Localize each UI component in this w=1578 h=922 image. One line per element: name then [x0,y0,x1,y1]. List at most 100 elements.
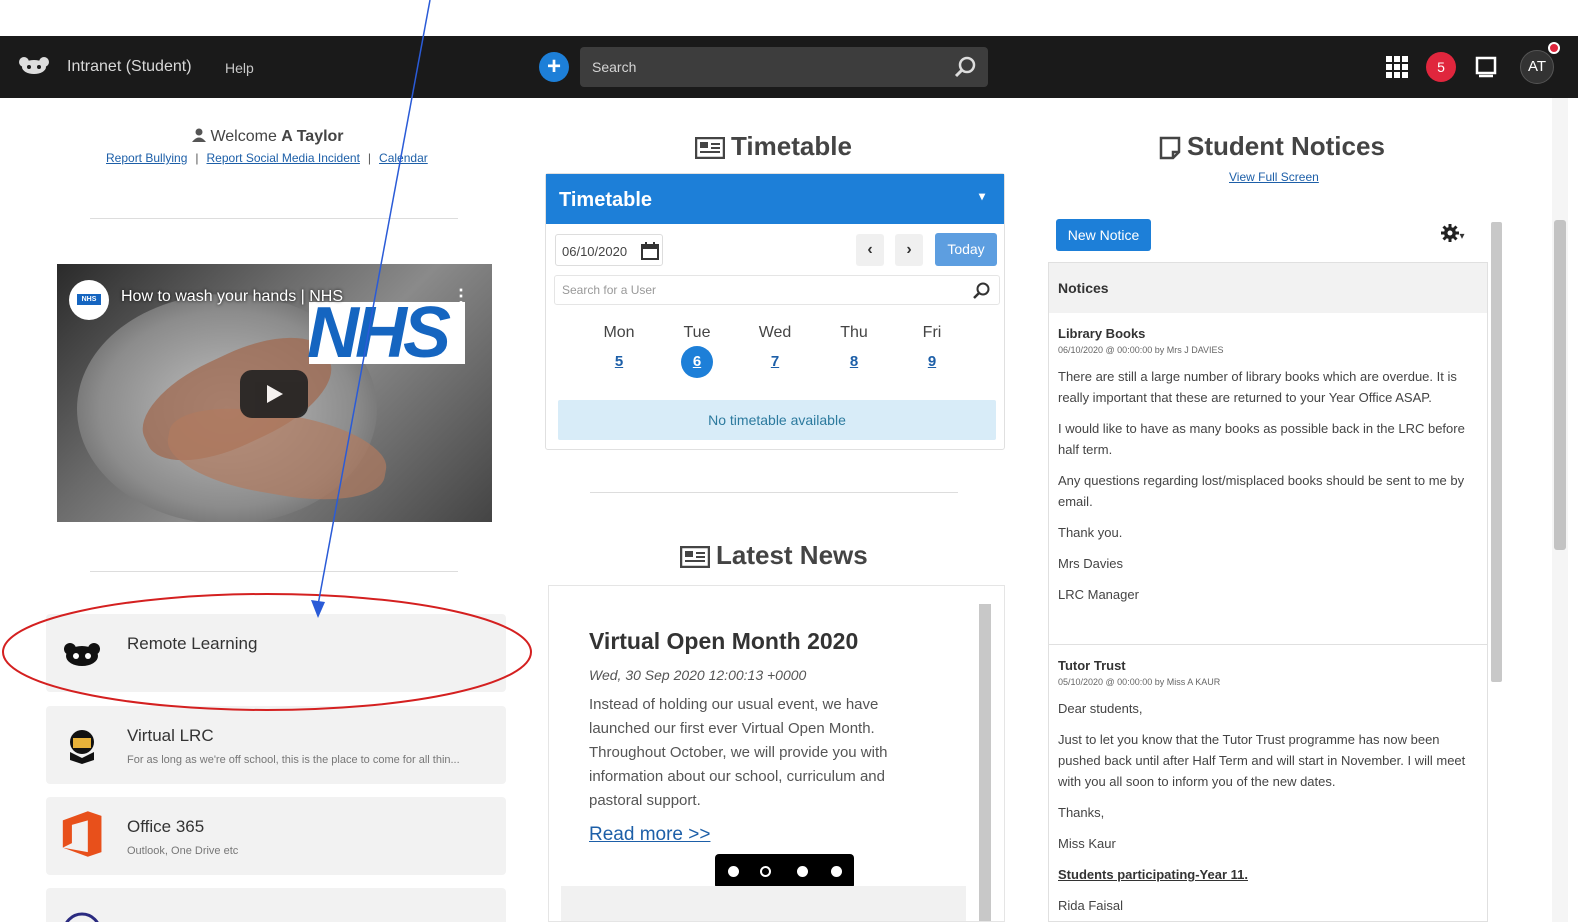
user-avatar[interactable]: AT [1520,50,1554,84]
play-button[interactable] [240,370,308,418]
news-scrollbar[interactable] [979,604,991,921]
timetable-panel-title: Timetable [559,189,652,211]
help-link[interactable]: Help [225,60,254,76]
link-card[interactable] [46,888,506,922]
intranet-logo-icon[interactable] [18,56,50,76]
notice-paragraph: There are still a large number of librar… [1058,369,1457,405]
link-card-remote-learning[interactable]: Remote Learning [46,614,506,692]
timetable-heading: Timetable [694,131,852,162]
date-value: 06/10/2020 [562,244,628,259]
day-name: Thu [840,324,868,341]
read-more-link[interactable]: Read more >> [589,824,710,846]
link-separator: | [367,151,372,165]
day-date-link[interactable]: 5 [615,353,623,370]
divider [90,571,458,572]
day-wednesday: Wed 7 [745,324,805,371]
welcome-name: A Taylor [281,128,344,145]
page-scrollbar-thumb[interactable] [1554,220,1566,550]
virtual-lrc-icon [70,730,94,764]
inbox-icon[interactable] [1475,56,1497,78]
notice-paragraph: Just to let you know that the Tutor Trus… [1058,732,1466,789]
carousel-dot[interactable] [797,866,808,877]
newspaper-icon [679,545,711,569]
day-friday: Fri 9 [902,324,962,371]
link-card-title: Remote Learning [127,634,258,653]
carousel-dot[interactable] [728,866,739,877]
notices-scrollbar[interactable] [1491,222,1502,682]
calendar-icon[interactable] [641,242,659,260]
carousel-dot-active[interactable] [760,866,771,877]
day-date-link[interactable]: 8 [850,353,858,370]
global-search [580,47,988,87]
previous-week-button[interactable]: ‹ [856,234,884,266]
carousel-dot[interactable] [831,866,842,877]
day-name: Tue [683,324,711,341]
notice-meta: 06/10/2020 @ 00:00:00 by Mrs J DAVIES [1058,345,1224,355]
student-notices-heading: Student Notices [1159,131,1385,162]
notices-panel: Notices Library Books 06/10/2020 @ 00:00… [1048,262,1488,922]
latest-news-heading-text: Latest News [716,540,868,570]
notice-title[interactable]: Library Books [1058,326,1478,341]
link-card-subtitle: For as long as we're off school, this is… [127,754,460,766]
remote-learning-icon [64,643,100,666]
video-title[interactable]: How to wash your hands | NHS [121,288,343,306]
link-card-title: Virtual LRC [127,726,214,745]
user-search-input[interactable] [562,283,942,297]
timetable-panel-header[interactable]: Timetable ▾ [546,174,1004,224]
quick-links: Report Bullying | Report Social Media Inci… [106,151,428,165]
more-options-icon[interactable]: ⋮ [452,286,470,307]
notice-paragraph: Dear students, [1058,701,1143,716]
link-card-subtitle: Outlook, One Drive etc [127,845,239,857]
search-icon[interactable] [973,282,991,300]
video-embed[interactable]: NHS NHS How to wash your hands | NHS ⋮ [57,264,492,522]
calendar-link[interactable]: Calendar [379,151,428,165]
day-monday: Mon 5 [589,324,649,371]
notice-item: Tutor Trust 05/10/2020 @ 00:00:00 by Mis… [1058,658,1478,916]
date-picker[interactable]: 06/10/2020 [555,234,663,266]
day-date-link-selected[interactable]: 6 [681,346,713,378]
notice-meta: 05/10/2020 @ 00:00:00 by Miss A KAUR [1058,677,1221,687]
notices-header-label: Notices [1058,280,1109,296]
divider [90,218,458,219]
link-card-virtual-lrc[interactable]: Virtual LRC For as long as we're off sch… [46,706,506,784]
news-panel-footer [561,886,966,921]
next-week-button[interactable]: › [895,234,923,266]
chevron-down-icon: ▾ [1459,231,1465,242]
view-full-screen-link[interactable]: View Full Screen [1229,170,1319,184]
news-title[interactable]: Virtual Open Month 2020 [589,628,858,655]
day-name: Wed [758,324,792,341]
settings-dropdown[interactable]: ▾ [1430,220,1476,250]
new-notice-button[interactable]: New Notice [1056,219,1151,251]
page-scrollbar[interactable] [1552,98,1568,922]
notice-icon [1159,136,1181,160]
today-button[interactable]: Today [935,233,997,266]
avatar-status-dot [1548,42,1560,54]
day-date-link[interactable]: 9 [928,353,936,370]
welcome-message: Welcome A Taylor [192,128,344,146]
search-icon[interactable] [954,55,978,79]
channel-badge: NHS [77,294,101,305]
chevron-down-icon[interactable]: ▾ [979,189,985,203]
top-navbar: Intranet (Student) Help + 5 AT [0,36,1578,98]
welcome-prefix: Welcome [210,128,277,145]
link-card-office-365[interactable]: Office 365 Outlook, One Drive etc [46,797,506,875]
day-date-link[interactable]: 7 [771,353,779,370]
newspaper-icon [694,136,726,160]
notice-highlight: Students participating-Year 11. [1058,867,1248,882]
report-social-media-link[interactable]: Report Social Media Incident [207,151,360,165]
link-separator: | [195,151,199,165]
timetable-panel: Timetable ▾ 06/10/2020 ‹ › Today Mon 5 [545,173,1005,450]
notice-title[interactable]: Tutor Trust [1058,658,1478,673]
add-button[interactable]: + [539,52,569,82]
carousel-indicators [715,854,854,889]
day-thursday: Thu 8 [824,324,884,371]
notification-badge[interactable]: 5 [1426,52,1456,82]
channel-icon[interactable]: NHS [69,280,109,320]
latest-news-heading: Latest News [679,540,868,571]
notice-paragraph: Mrs Davies [1058,556,1124,571]
timetable-heading-text: Timetable [731,131,852,161]
app-title[interactable]: Intranet (Student) [67,58,192,76]
search-input[interactable] [592,57,932,77]
apps-grid-icon[interactable] [1386,56,1408,78]
report-bullying-link[interactable]: Report Bullying [106,151,187,165]
